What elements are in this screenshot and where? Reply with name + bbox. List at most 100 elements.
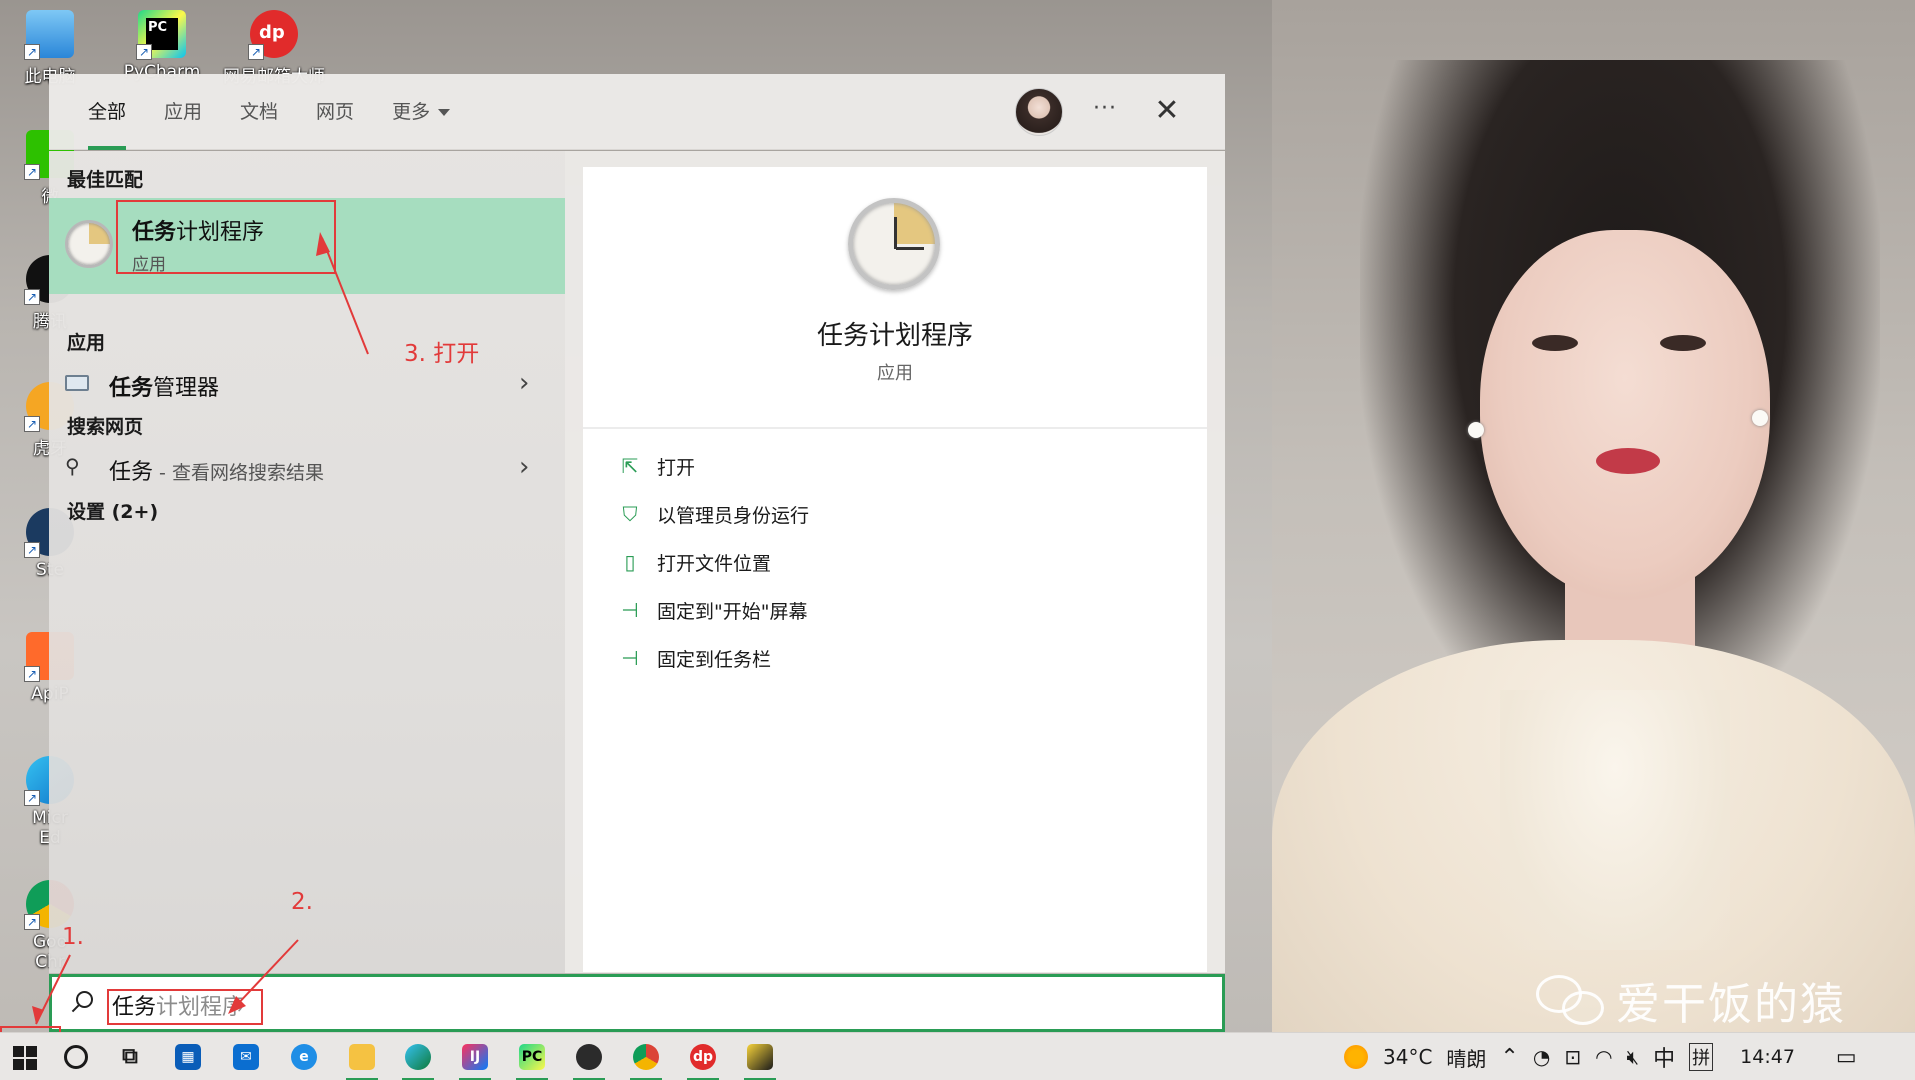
- taskbar-ie[interactable]: e: [284, 1037, 324, 1077]
- system-tray: 34°C 晴朗 ⌃ ◔ ⊡ ◠ 🔇︎ 中 拼 14:47 ▭: [1344, 1033, 1864, 1080]
- pin-taskbar-icon: ⊣: [621, 646, 639, 670]
- wifi-icon[interactable]: ◠: [1595, 1045, 1612, 1069]
- wallpaper-bow: [1500, 690, 1730, 950]
- chevron-right-icon[interactable]: ›: [519, 452, 529, 482]
- taskbar-chrome[interactable]: [626, 1037, 666, 1080]
- preview-subtitle: 应用: [877, 363, 913, 384]
- file-location-icon: ▯: [624, 550, 636, 574]
- task-view-button[interactable]: ⧉: [110, 1037, 150, 1077]
- intellij-icon: IJ: [462, 1044, 488, 1070]
- taskbar-app-yellow[interactable]: [740, 1037, 780, 1080]
- watermark: 爱干饭的猿: [1536, 968, 1846, 1032]
- search-header: 全部 应用 文档 网页 更多 ··· ✕: [49, 74, 1225, 150]
- windows-logo-icon: [13, 1046, 37, 1070]
- watermark-text: 爱干饭的猿: [1616, 979, 1846, 1030]
- cortana-icon: [64, 1045, 88, 1069]
- wallpaper-earring: [1468, 422, 1484, 438]
- weather-description[interactable]: 晴朗: [1446, 1043, 1486, 1072]
- action-run-as-admin[interactable]: ⛉ 以管理员身份运行: [617, 497, 810, 531]
- pycharm-icon: PC: [519, 1044, 545, 1070]
- tab-all[interactable]: 全部: [69, 74, 145, 150]
- action-label: 打开文件位置: [657, 552, 772, 575]
- tab-more-label: 更多: [392, 101, 431, 123]
- netease-mail-icon: dp ↗: [248, 10, 298, 60]
- best-match-heading: 最佳匹配: [67, 169, 144, 191]
- notification-icon[interactable]: ▭: [1836, 1045, 1857, 1070]
- taskbar-edge[interactable]: [398, 1037, 438, 1080]
- mail-icon: ✉: [233, 1044, 259, 1070]
- more-options-icon[interactable]: ···: [1087, 94, 1123, 130]
- action-label: 以管理员身份运行: [657, 504, 810, 527]
- annotation-box-best-match: [116, 200, 336, 274]
- ime-language[interactable]: 中: [1653, 1041, 1675, 1073]
- app-name: 任务管理器: [109, 376, 220, 401]
- wallpaper-eye: [1532, 335, 1578, 351]
- tab-documents[interactable]: 文档: [221, 74, 297, 150]
- tab-web[interactable]: 网页: [297, 74, 373, 150]
- wallpaper-earring: [1752, 410, 1768, 426]
- open-icon: ⇱: [621, 454, 639, 478]
- tab-apps[interactable]: 应用: [145, 74, 221, 150]
- pycharm-icon: PC ↗: [136, 10, 186, 60]
- edge-icon: [405, 1044, 431, 1070]
- app-dark-icon: [576, 1044, 602, 1070]
- web-search-text: 任务 - 查看网络搜索结果: [109, 460, 324, 485]
- clock-time[interactable]: 14:47: [1740, 1046, 1795, 1068]
- start-button[interactable]: [0, 1033, 58, 1080]
- taskbar-store[interactable]: ▦: [168, 1037, 208, 1077]
- task-scheduler-icon: [848, 198, 940, 290]
- taskbar-mail[interactable]: ✉: [226, 1037, 266, 1077]
- annotation-step-1: 1.: [62, 924, 84, 950]
- annotation-step-3: 3. 打开: [404, 341, 480, 367]
- search-icon: [68, 991, 94, 1017]
- annotation-box-search: [107, 989, 263, 1025]
- action-label: 固定到"开始"屏幕: [657, 600, 808, 623]
- weather-sun-icon[interactable]: [1344, 1045, 1368, 1069]
- chevron-down-icon: [438, 109, 451, 116]
- search-tabs: 全部 应用 文档 网页 更多: [69, 74, 469, 150]
- close-icon[interactable]: ✕: [1149, 94, 1185, 130]
- wallpaper-face: [1480, 230, 1770, 600]
- settings-heading[interactable]: 设置 (2+): [67, 497, 158, 524]
- ie-icon: e: [291, 1044, 317, 1070]
- task-view-icon: ⧉: [122, 1044, 138, 1069]
- chevron-up-icon[interactable]: ⌃: [1500, 1045, 1518, 1070]
- action-label: 打开: [657, 456, 696, 479]
- taskbar-app-dark[interactable]: [569, 1037, 609, 1080]
- volume-muted-icon[interactable]: 🔇︎: [1627, 1045, 1640, 1069]
- folder-icon: [349, 1044, 375, 1070]
- cortana-button[interactable]: [56, 1037, 96, 1077]
- action-label: 固定到任务栏: [657, 648, 772, 671]
- web-search-heading: 搜索网页: [67, 416, 144, 438]
- weather-temperature[interactable]: 34°C: [1383, 1045, 1432, 1069]
- qq-icon[interactable]: ◔: [1533, 1045, 1550, 1069]
- taskbar-netease-mail[interactable]: dp: [683, 1037, 723, 1080]
- task-scheduler-icon: [65, 220, 113, 268]
- preview-header: 任务计划程序 应用: [583, 167, 1207, 429]
- this-pc-icon: ↗: [24, 10, 74, 60]
- ime-mode[interactable]: 拼: [1689, 1043, 1714, 1071]
- app-yellow-icon: [747, 1044, 773, 1070]
- taskbar-file-explorer[interactable]: [342, 1037, 382, 1080]
- action-open-file-location[interactable]: ▯ 打开文件位置: [617, 545, 771, 579]
- action-pin-to-taskbar[interactable]: ⊣ 固定到任务栏: [617, 641, 771, 675]
- search-icon: ⚲: [65, 454, 80, 478]
- action-pin-to-start[interactable]: ⊣ 固定到"开始"屏幕: [617, 593, 807, 627]
- netease-mail-icon: dp: [690, 1044, 716, 1070]
- avatar[interactable]: [1015, 88, 1063, 136]
- taskbar-intellij[interactable]: IJ: [455, 1037, 495, 1080]
- annotation-step-2: 2.: [291, 889, 313, 915]
- tab-more[interactable]: 更多: [373, 74, 469, 150]
- task-manager-icon: [65, 375, 89, 391]
- wallpaper-lips: [1596, 448, 1660, 474]
- preview-title: 任务计划程序: [816, 321, 973, 351]
- list-item-web-search[interactable]: ⚲ 任务 - 查看网络搜索结果 ›: [49, 443, 565, 491]
- taskbar-pycharm[interactable]: PC: [512, 1037, 552, 1080]
- run-as-admin-icon: ⛉: [622, 502, 638, 526]
- chevron-right-icon[interactable]: ›: [519, 368, 529, 398]
- apps-heading: 应用: [67, 332, 106, 354]
- action-open[interactable]: ⇱ 打开: [617, 449, 695, 483]
- results-list: 最佳匹配 任务计划程序 应用 应用 任务管理器 › 搜索网页 ⚲ 任务 - 查看…: [49, 151, 565, 973]
- display-icon[interactable]: ⊡: [1564, 1045, 1581, 1069]
- list-item-task-manager[interactable]: 任务管理器 ›: [49, 359, 565, 407]
